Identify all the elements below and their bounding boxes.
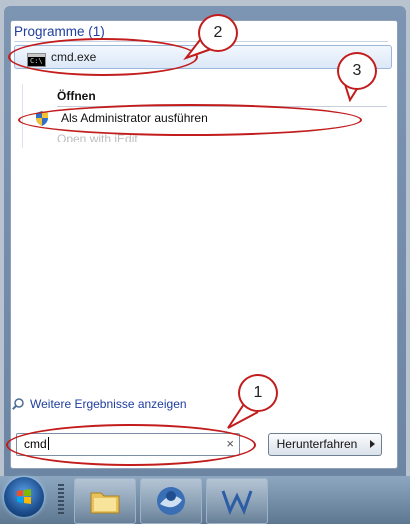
- app-w-icon: [221, 490, 253, 515]
- taskbar-explorer-button[interactable]: [74, 478, 136, 524]
- magnifier-icon: [12, 398, 24, 410]
- thunderbird-icon: [157, 487, 185, 515]
- start-button[interactable]: [4, 477, 44, 517]
- shutdown-options-arrow[interactable]: [364, 433, 382, 456]
- highlight-search-box: [6, 424, 256, 466]
- folder-icon: [90, 492, 120, 514]
- highlight-run-as-admin: [18, 104, 362, 136]
- annotation-2: 2: [198, 14, 238, 52]
- highlight-cmd-result: [8, 38, 198, 76]
- shutdown-button[interactable]: Herunterfahren: [268, 433, 366, 456]
- annotation-3: 3: [337, 52, 377, 90]
- section-header: Programme (1): [14, 24, 105, 39]
- taskbar-thunderbird-button[interactable]: [140, 478, 202, 524]
- taskbar-grip: [58, 484, 64, 514]
- open-heading: Öffnen: [57, 89, 96, 103]
- annotation-1: 1: [238, 374, 278, 412]
- windows-logo-icon: [17, 489, 31, 504]
- taskbar-app-button[interactable]: [206, 478, 268, 524]
- more-results-label: Weitere Ergebnisse anzeigen: [30, 397, 187, 411]
